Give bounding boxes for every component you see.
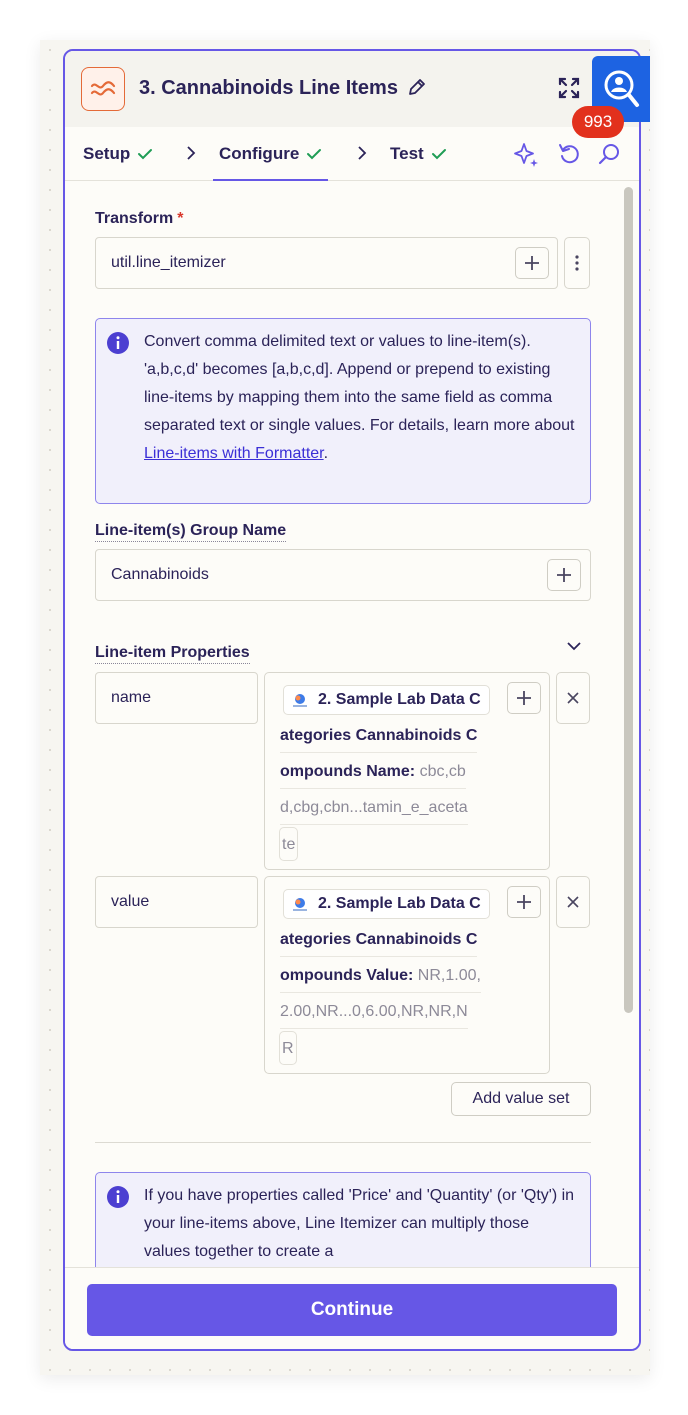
pill-line: ategories Cannabinoids C [280, 719, 478, 753]
plus-icon [557, 568, 571, 582]
check-icon [431, 149, 446, 160]
plus-icon [517, 895, 531, 909]
add-value-set-button[interactable]: Add value set [451, 1082, 591, 1116]
info-box-line-itemizer: Convert comma delimited text or values t… [95, 318, 591, 504]
pill-line: ompounds Value: NR,1.00, [280, 959, 481, 993]
edit-title-pencil-icon[interactable] [407, 77, 427, 102]
info-icon [107, 332, 129, 354]
pill-line-key: ompounds Name: [280, 763, 416, 780]
pill-line: ompounds Name: cbc,cb [280, 755, 466, 789]
pill-text: 2. Sample Lab Data C [318, 895, 481, 912]
transform-label: Transform * [95, 210, 183, 228]
property-insert-data-button[interactable] [507, 886, 541, 918]
pill-line: te [279, 827, 299, 861]
search-icon[interactable] [597, 141, 623, 167]
pill-line-key: ompounds Value: [280, 967, 414, 984]
configure-form: Transform * util.line_itemizer Convert co… [65, 182, 639, 1267]
pill-line: R [279, 1031, 297, 1065]
remove-property-button[interactable] [556, 876, 590, 928]
transform-field[interactable]: util.line_itemizer [95, 237, 558, 289]
search-assistant-icon [604, 70, 639, 107]
info-end-punctuation: . [323, 445, 329, 462]
property-key-text: value [111, 893, 150, 910]
chevron-right-icon [187, 146, 196, 160]
check-icon [307, 149, 322, 160]
info-text: If you have properties called 'Price' an… [144, 1187, 575, 1260]
required-mark: * [177, 210, 184, 227]
mapped-data-pill[interactable]: 2. Sample Lab Data C [283, 685, 490, 715]
group-name-insert-data-button[interactable] [547, 559, 581, 591]
notification-count-badge: 993 [572, 106, 624, 138]
pill-line-value: NR,1.00, [417, 967, 481, 984]
tab-configure[interactable]: Configure [212, 127, 329, 181]
transform-value: util.line_itemizer [111, 254, 226, 271]
transform-insert-data-button[interactable] [515, 247, 549, 279]
transform-label-text: Transform [95, 210, 174, 227]
sample-lab-data-app-icon [293, 898, 307, 911]
pill-line: ategories Cannabinoids C [280, 923, 478, 957]
section-divider [95, 1142, 591, 1143]
transform-options-button[interactable] [564, 237, 590, 289]
sample-lab-data-app-icon [293, 694, 307, 707]
info-body-text: Convert comma delimited text or values t… [144, 333, 575, 434]
panel-header: 3. Cannabinoids Line Items [65, 51, 639, 127]
info-box-price-quantity: If you have properties called 'Price' an… [95, 1172, 591, 1267]
property-key-field[interactable]: name [95, 672, 258, 724]
property-key-text: name [111, 689, 152, 706]
ai-sparkle-icon[interactable] [513, 141, 541, 169]
group-name-field[interactable]: Cannabinoids [95, 549, 591, 601]
chevron-right-icon [358, 146, 367, 160]
kebab-menu-icon [575, 255, 579, 271]
tab-setup[interactable]: Setup [83, 127, 153, 181]
group-name-value: Cannabinoids [111, 566, 209, 583]
group-name-label: Line-item(s) Group Name [95, 522, 287, 542]
tab-test[interactable]: Test [390, 127, 447, 181]
panel-footer: Continue [65, 1267, 639, 1349]
pill-line-value: cbc,cb [419, 763, 466, 780]
plus-icon [525, 256, 539, 270]
expand-icon[interactable] [557, 76, 581, 105]
line-item-properties-label: Line-item Properties [95, 644, 250, 664]
chevron-down-icon[interactable] [566, 640, 582, 652]
pill-line: d,cbg,cbn...tamin_e_aceta [280, 791, 468, 825]
property-insert-data-button[interactable] [507, 682, 541, 714]
check-icon [138, 149, 153, 160]
info-icon [107, 1186, 129, 1208]
step-tabs: Setup Configure Test [65, 127, 639, 181]
undo-icon[interactable] [557, 141, 583, 167]
step-panel: 3. Cannabinoids Line Items Setup Configu… [63, 49, 641, 1351]
scrollbar-thumb[interactable] [624, 187, 633, 1013]
tab-configure-label: Configure [219, 144, 300, 163]
close-icon [567, 896, 579, 908]
info-text: Convert comma delimited text or values t… [144, 328, 578, 468]
continue-button[interactable]: Continue [87, 1284, 617, 1336]
pill-text: 2. Sample Lab Data C [318, 691, 481, 708]
mapped-data-pill[interactable]: 2. Sample Lab Data C [283, 889, 490, 919]
close-icon [567, 692, 579, 704]
line-items-formatter-link[interactable]: Line-items with Formatter [144, 445, 324, 462]
formatter-app-icon [81, 67, 125, 111]
pill-line: 2.00,NR...0,6.00,NR,NR,N [280, 995, 468, 1029]
property-key-field[interactable]: value [95, 876, 258, 928]
tab-test-label: Test [390, 144, 424, 163]
remove-property-button[interactable] [556, 672, 590, 724]
tab-setup-label: Setup [83, 144, 131, 163]
step-title: 3. Cannabinoids Line Items [139, 77, 398, 99]
plus-icon [517, 691, 531, 705]
